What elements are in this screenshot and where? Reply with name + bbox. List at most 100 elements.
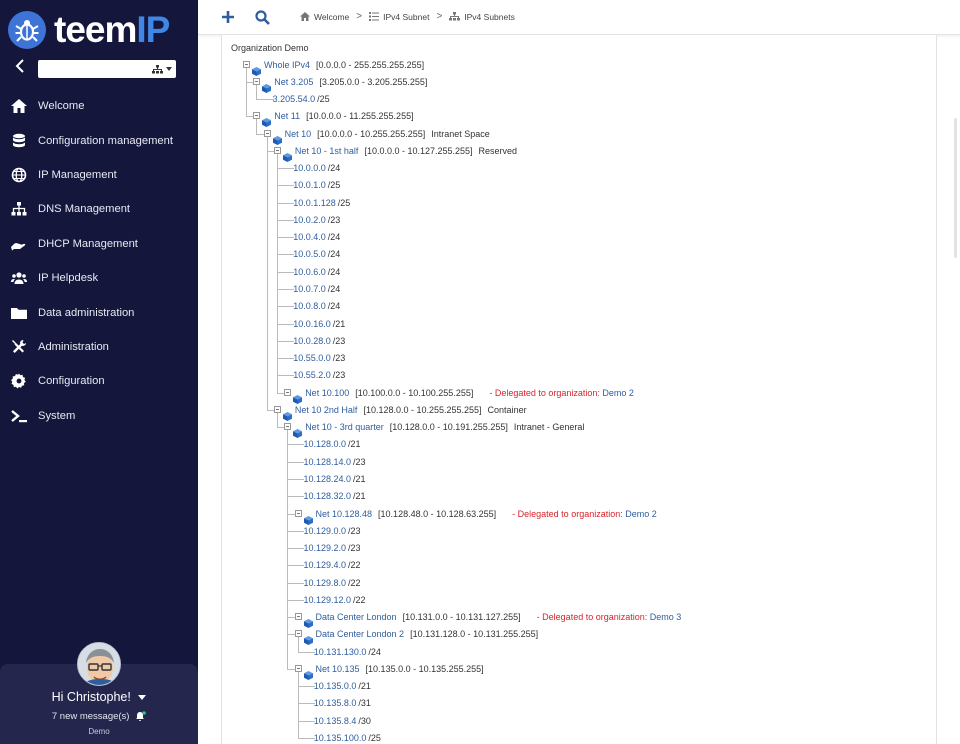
tree-collapse-toggle[interactable] (284, 388, 292, 396)
logo-text-teem: teem (54, 9, 137, 50)
delegated-org-link[interactable]: Demo 2 (602, 388, 634, 398)
subnet-link[interactable]: 10.55.0.0 (293, 353, 331, 363)
tree-collapse-toggle[interactable] (273, 405, 281, 413)
subnet-link[interactable]: 10.0.0.0 (293, 163, 326, 173)
subnet-link[interactable]: Net 10 (285, 129, 312, 139)
subnet-link[interactable]: 10.0.7.0 (293, 284, 326, 294)
subnet-range: [10.128.0.0 - 10.191.255.255] (389, 422, 508, 433)
breadcrumb-ipv4-subnet[interactable]: IPv4 Subnet (369, 12, 429, 22)
tree-connector (297, 651, 315, 653)
subnet-link[interactable]: 10.128.32.0 (304, 491, 352, 501)
sidebar-item-ip-management[interactable]: IP Management (0, 158, 198, 192)
subnet-link[interactable]: 10.0.2.0 (293, 215, 326, 225)
tree-leaf: 10.129.4.0/22 (304, 559, 361, 571)
organization-select[interactable] (38, 60, 176, 78)
subnet-link[interactable]: 10.0.8.0 (293, 301, 326, 311)
sidebar-item-dhcp-management[interactable]: DHCP Management (0, 227, 198, 261)
subnet-mask: /22 (353, 594, 366, 605)
subnet-link[interactable]: 10.0.4.0 (293, 232, 326, 242)
subnet-link[interactable]: 10.128.24.0 (304, 474, 352, 484)
search-button[interactable] (252, 7, 272, 27)
sidebar-item-data-administration[interactable]: Data administration (0, 295, 198, 329)
subnet-link[interactable]: Whole IPv4 (264, 60, 310, 70)
subnet-link[interactable]: 10.0.1.0 (293, 180, 326, 190)
subnet-mask: /24 (327, 301, 341, 312)
collapse-sidebar-button[interactable] (12, 57, 28, 75)
subnet-link[interactable]: 10.135.0.0 (314, 681, 357, 691)
subnet-link[interactable]: 10.0.16.0 (293, 319, 331, 329)
subnet-range: [10.131.128.0 - 10.131.255.255] (410, 629, 539, 640)
subnet-link[interactable]: 10.55.2.0 (293, 370, 331, 380)
subnet-link[interactable]: Data Center London 2 (316, 629, 405, 639)
tree-node: Net 10 [10.0.0.0 - 10.255.255.255] Intrane… (285, 128, 490, 140)
subnet-link[interactable]: Net 10.135 (316, 664, 360, 674)
subnet-link[interactable]: 10.0.5.0 (293, 249, 326, 259)
subnet-link[interactable]: 10.129.12.0 (304, 595, 352, 605)
sidebar-item-dns-management[interactable]: DNS Management (0, 192, 198, 226)
subnet-link[interactable]: 3.205.54.0 (273, 94, 316, 104)
tree-collapse-toggle[interactable] (294, 613, 302, 621)
chevron-left-icon (15, 59, 24, 73)
subnet-range: [0.0.0.0 - 255.255.255.255] (316, 59, 425, 70)
subnet-link[interactable]: Net 3.205 (274, 77, 313, 87)
scrollbar-thumb[interactable] (954, 118, 957, 258)
subnet-link[interactable]: 10.135.8.0 (314, 698, 357, 708)
add-button[interactable] (218, 7, 238, 27)
tree-collapse-toggle[interactable] (243, 60, 250, 68)
subnet-mask: /24 (327, 249, 341, 260)
subnet-link[interactable]: 10.0.1.128 (293, 198, 336, 208)
tree-connector (276, 219, 295, 221)
subnet-link[interactable]: 10.128.0.0 (304, 439, 347, 449)
tree-node: Data Center London [10.131.0.0 - 10.131.1… (316, 611, 682, 623)
tree-collapse-toggle[interactable] (284, 423, 292, 431)
search-icon (254, 9, 270, 25)
user-greeting-menu[interactable]: Hi Christophe! (0, 690, 198, 704)
breadcrumb-welcome[interactable]: Welcome (300, 12, 349, 22)
subnet-link[interactable]: Net 10 2nd Half (295, 405, 358, 415)
subnet-link[interactable]: 10.135.8.4 (314, 716, 357, 726)
subnet-link[interactable]: Net 10.128.48 (316, 509, 373, 519)
subnet-description: Intranet Space (431, 128, 490, 139)
tree-collapse-toggle[interactable] (294, 509, 302, 517)
subnet-cube-icon (282, 408, 292, 421)
tree-collapse-toggle[interactable] (253, 77, 261, 85)
tree-collapse-toggle[interactable] (273, 146, 281, 154)
subnet-link[interactable]: 10.0.6.0 (293, 267, 326, 277)
logo[interactable]: teemIP (8, 9, 170, 50)
subnet-link[interactable]: 10.128.14.0 (304, 457, 352, 467)
tree-collapse-toggle[interactable] (263, 129, 271, 137)
sidebar-item-ip-helpdesk[interactable]: IP Helpdesk (0, 261, 198, 295)
tree-collapse-toggle[interactable] (294, 664, 302, 672)
messages-link[interactable]: 7 new message(s) (0, 711, 198, 722)
tree-collapse-toggle[interactable] (294, 630, 302, 638)
subnet-link[interactable]: 10.131.130.0 (314, 647, 367, 657)
subnet-link[interactable]: 10.129.8.0 (304, 578, 347, 588)
subnet-link[interactable]: Net 11 (274, 111, 300, 121)
delegated-org-link[interactable]: Demo 3 (650, 612, 682, 622)
subnet-link[interactable]: 10.129.4.0 (304, 560, 347, 570)
sidebar-item-configuration-management[interactable]: Configuration management (0, 123, 198, 157)
subnet-link[interactable]: 10.129.2.0 (304, 543, 347, 553)
breadcrumb: Welcome > IPv4 Subnet > IPv4 Subnets (300, 11, 515, 22)
subnet-link[interactable]: Net 10.100 (305, 388, 349, 398)
subnet-cube-icon (303, 667, 313, 680)
sidebar-item-welcome[interactable]: Welcome (0, 89, 198, 123)
subnet-mask: /23 (348, 525, 361, 536)
tree-connector (256, 99, 274, 101)
subnet-link[interactable]: Net 10 - 1st half (295, 146, 359, 156)
tree-connector (276, 323, 295, 325)
scrollbar[interactable] (950, 38, 960, 744)
subnet-link[interactable]: Net 10 - 3rd quarter (305, 422, 384, 432)
delegated-org-link[interactable]: Demo 2 (625, 509, 657, 519)
sidebar-item-system[interactable]: System (0, 399, 198, 433)
tree-collapse-toggle[interactable] (253, 112, 261, 120)
subnet-link[interactable]: 10.0.28.0 (293, 336, 331, 346)
sidebar-item-administration[interactable]: Administration (0, 330, 198, 364)
subnet-link[interactable]: Data Center London (316, 612, 397, 622)
subnet-link[interactable]: 10.135.100.0 (314, 733, 367, 743)
avatar[interactable] (77, 642, 121, 686)
subnet-link[interactable]: 10.129.0.0 (304, 526, 347, 536)
tree-connector (276, 271, 295, 273)
tree-leaf: 10.129.0.0/23 (304, 525, 361, 537)
sidebar-item-configuration[interactable]: Configuration (0, 364, 198, 398)
